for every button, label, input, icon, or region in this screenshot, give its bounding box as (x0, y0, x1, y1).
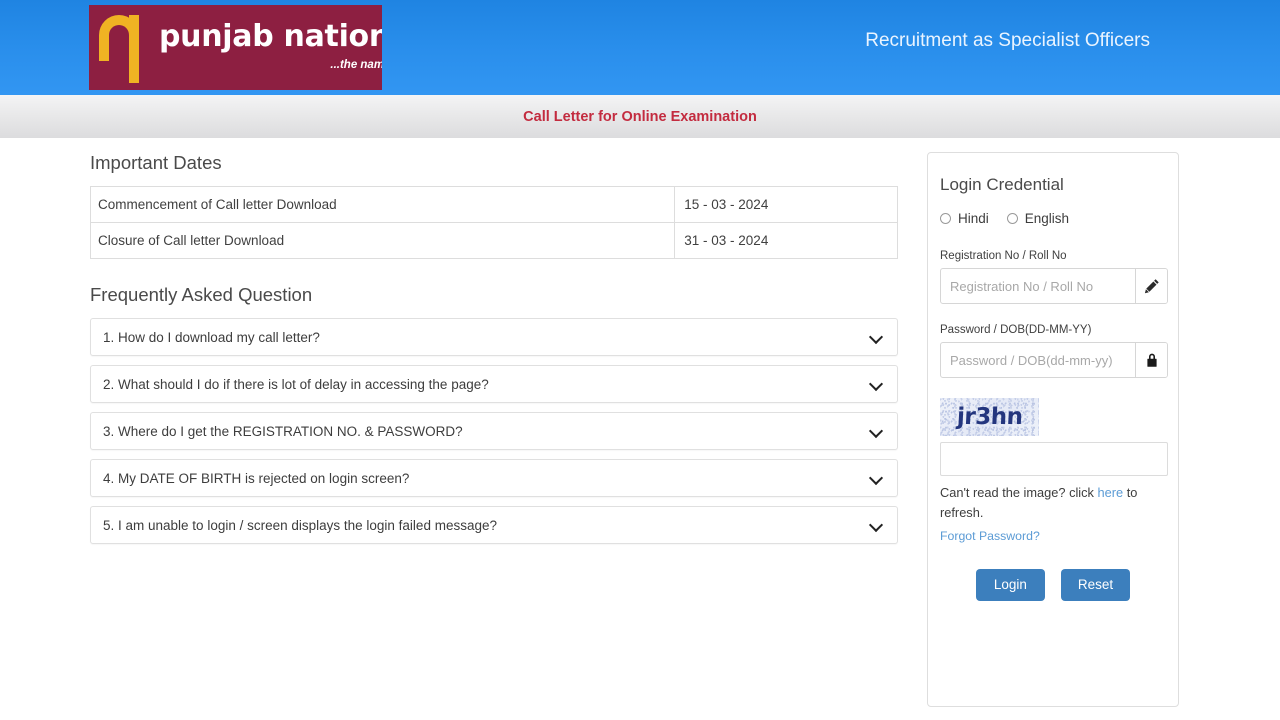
captcha-refresh-note: Can't read the image? click here to refr… (940, 483, 1160, 523)
radio-option-english[interactable]: English (1006, 211, 1070, 226)
pencil-icon[interactable] (1135, 269, 1167, 303)
faq-question: 3. Where do I get the REGISTRATION NO. &… (103, 423, 463, 439)
date-value: 15 - 03 - 2024 (674, 186, 898, 223)
header-title: Recruitment as Specialist Officers (865, 30, 1150, 51)
radio-circle-icon[interactable] (1006, 213, 1018, 224)
faq-item-4[interactable]: 4. My DATE OF BIRTH is rejected on login… (90, 459, 898, 497)
reset-button[interactable]: Reset (1060, 568, 1131, 601)
date-value: 31 - 03 - 2024 (674, 222, 898, 259)
important-dates-table: Commencement of Call letter Download 15 … (89, 186, 898, 259)
refresh-captcha-link[interactable]: here (1098, 485, 1124, 500)
registration-input-group (940, 268, 1168, 304)
page-header: punjab national bank ...the name you can… (0, 0, 1280, 95)
pencil-icon-svg (1144, 279, 1159, 294)
table-row: Commencement of Call letter Download 15 … (89, 186, 898, 223)
faq-item-2[interactable]: 2. What should I do if there is lot of d… (90, 365, 898, 403)
login-button[interactable]: Login (975, 568, 1045, 601)
login-panel: Login Credential Hindi English Registrat… (927, 152, 1179, 707)
faq-item-3[interactable]: 3. Where do I get the REGISTRATION NO. &… (90, 412, 898, 450)
lock-icon[interactable] (1135, 343, 1167, 377)
faq-item-5[interactable]: 5. I am unable to login / screen display… (90, 506, 898, 544)
language-radio-group: Hindi English (940, 211, 1166, 226)
forgot-password-link[interactable]: Forgot Password? (940, 529, 1040, 543)
login-button-row: Login Reset (940, 568, 1166, 601)
faq-question: 2. What should I do if there is lot of d… (103, 376, 489, 392)
pnb-logo-mark-icon (93, 9, 155, 87)
password-input[interactable] (941, 343, 1135, 377)
chevron-down-icon[interactable] (870, 425, 883, 438)
captcha-image: jr3hn (940, 398, 1039, 436)
date-label: Commencement of Call letter Download (89, 186, 676, 223)
faq-question: 1. How do I download my call letter? (103, 329, 320, 345)
faq-item-1[interactable]: 1. How do I download my call letter? (90, 318, 898, 356)
sub-banner: Call Letter for Online Examination (0, 95, 1280, 138)
chevron-down-icon[interactable] (870, 472, 883, 485)
password-input-group (940, 342, 1168, 378)
faq-question: 4. My DATE OF BIRTH is rejected on login… (103, 470, 410, 486)
logo-tagline: ...the name you can BANK upon ! (330, 58, 382, 71)
page-body: Important Dates Commencement of Call let… (0, 138, 1280, 720)
table-row: Closure of Call letter Download 31 - 03 … (89, 222, 898, 259)
date-label: Closure of Call letter Download (89, 222, 676, 259)
registration-field-label: Registration No / Roll No (940, 250, 1067, 262)
important-dates-heading: Important Dates (90, 152, 222, 173)
refresh-note-pre: Can't read the image? click (940, 485, 1098, 500)
radio-label-english: English (1024, 211, 1070, 226)
chevron-down-icon[interactable] (870, 519, 883, 532)
sub-banner-text: Call Letter for Online Examination (523, 108, 757, 125)
captcha-text: jr3hn (956, 404, 1023, 430)
login-heading: Login Credential (940, 175, 1064, 194)
radio-label-hindi: Hindi (958, 211, 989, 226)
radio-circle-icon[interactable] (940, 213, 951, 224)
faq-heading: Frequently Asked Question (90, 284, 313, 305)
captcha-input[interactable] (940, 442, 1168, 476)
faq-question: 5. I am unable to login / screen display… (103, 517, 497, 533)
left-column: Important Dates Commencement of Call let… (89, 152, 898, 553)
logo-bank-name: punjab national bank (159, 18, 382, 54)
pnb-logo: punjab national bank ...the name you can… (89, 5, 382, 90)
radio-option-hindi[interactable]: Hindi (940, 211, 989, 226)
faq-list: 1. How do I download my call letter? 2. … (90, 318, 898, 544)
registration-input[interactable] (941, 269, 1135, 303)
lock-icon-svg (1146, 353, 1157, 367)
password-field-label: Password / DOB(DD-MM-YY) (940, 324, 1092, 336)
chevron-down-icon[interactable] (870, 378, 883, 391)
chevron-down-icon[interactable] (870, 331, 883, 344)
